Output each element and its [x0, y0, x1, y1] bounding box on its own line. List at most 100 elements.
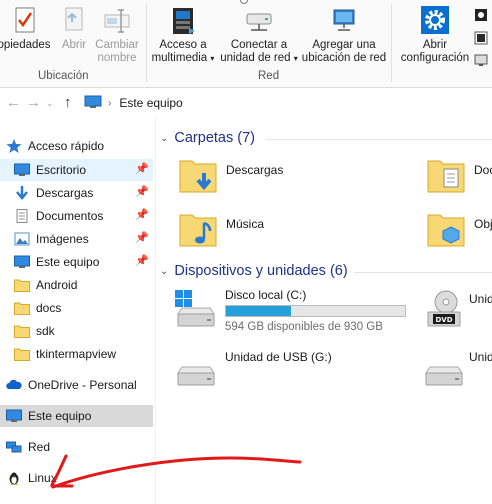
- back-arrow-icon[interactable]: ←: [6, 94, 21, 111]
- manage-icon[interactable]: [474, 53, 488, 70]
- this-pc-icon: [6, 409, 22, 423]
- 3d-objects-folder-icon: [426, 209, 466, 249]
- add-network-location-button[interactable]: Agregar una ubicación de red: [300, 6, 388, 65]
- open-label: Abrir: [61, 39, 87, 51]
- system-properties-icon[interactable]: [474, 8, 488, 25]
- pin-icon[interactable]: 📌: [135, 162, 149, 175]
- nav-quick-access[interactable]: Acceso rápido: [0, 135, 153, 157]
- pictures-icon: [14, 232, 30, 246]
- nav-item-android[interactable]: Android: [0, 274, 153, 296]
- svg-text:DVD: DVD: [435, 316, 452, 324]
- devices-section-header[interactable]: ⌄ Dispositivos y unidades (6): [160, 263, 348, 279]
- folder-tile-documents[interactable]: Docu: [426, 155, 492, 195]
- nav-quick-access-label: Acceso rápido: [28, 139, 105, 153]
- open-button[interactable]: Abrir: [54, 6, 94, 52]
- properties-icon: [8, 6, 40, 36]
- windows-drive-icon: [174, 288, 218, 335]
- collapse-chevron-icon[interactable]: ⌄: [160, 133, 168, 144]
- nav-item-tkintermapview[interactable]: tkintermapview: [0, 343, 153, 365]
- drive-tile-usb-g[interactable]: Unidad de USB (G:): [174, 347, 332, 394]
- location-group-label: Ubicación: [38, 70, 89, 82]
- pin-icon[interactable]: 📌: [135, 254, 149, 267]
- nav-item-label: tkintermapview: [36, 347, 117, 361]
- folder-icon: [14, 301, 30, 315]
- pin-icon[interactable]: 📌: [135, 185, 149, 198]
- drive-tile-dvd[interactable]: DVD Unid: [422, 288, 492, 335]
- folder-tile-3d-objects[interactable]: Obje: [426, 209, 492, 249]
- map-network-drive-button[interactable]: Conectar a unidad de red ▾: [217, 6, 301, 65]
- up-arrow-icon[interactable]: ↑: [64, 94, 72, 111]
- nav-item-label: Android: [36, 278, 78, 292]
- nav-linux-label: Linux: [28, 471, 57, 485]
- folder-tile-label: Música: [226, 217, 265, 231]
- folders-section-title: Carpetas (7): [174, 130, 255, 146]
- uninstall-program-icon[interactable]: [474, 31, 488, 48]
- documents-folder-icon: [426, 155, 466, 195]
- rename-label-line1: Cambiar: [95, 39, 139, 51]
- linux-penguin-icon: [6, 471, 22, 486]
- nav-item-documents[interactable]: Documentos 📌: [0, 205, 153, 227]
- documents-icon: [14, 209, 30, 223]
- nav-item-label: Este equipo: [36, 255, 100, 269]
- drive-tile-other[interactable]: Unid: [422, 347, 492, 394]
- forward-arrow-icon[interactable]: →: [26, 94, 41, 111]
- dvd-drive-icon: DVD: [422, 288, 466, 335]
- folder-tile-label: Docu: [474, 163, 492, 177]
- nav-item-label: Escritorio: [36, 163, 87, 177]
- nav-item-label: docs: [36, 301, 62, 315]
- drive-tile-c[interactable]: Disco local (C:) 594 GB disponibles de 9…: [174, 288, 414, 336]
- pin-icon[interactable]: 📌: [135, 231, 149, 244]
- map-network-drive-icon: [243, 6, 275, 36]
- nav-item-desktop[interactable]: Escritorio 📌: [0, 159, 153, 181]
- drive-other-label: Unid: [469, 350, 492, 364]
- downloads-folder-icon: [178, 155, 218, 195]
- folder-tile-downloads[interactable]: Descargas: [178, 155, 283, 195]
- nav-this-pc[interactable]: Este equipo: [0, 405, 153, 427]
- folders-section-header[interactable]: ⌄ Carpetas (7): [160, 130, 255, 146]
- recent-locations-chevron-icon[interactable]: ⌄: [46, 98, 54, 109]
- nav-onedrive[interactable]: OneDrive - Personal: [0, 374, 153, 396]
- this-pc-icon: [14, 255, 30, 269]
- open-icon: [58, 6, 90, 36]
- media-access-icon: [167, 6, 199, 36]
- rename-button[interactable]: Cambiar nombre: [94, 6, 140, 65]
- devices-section-title: Dispositivos y unidades (6): [174, 263, 348, 279]
- properties-button[interactable]: opiedades: [0, 6, 52, 52]
- collapse-chevron-icon[interactable]: ⌄: [160, 266, 168, 277]
- open-settings-button[interactable]: Abrir configuración: [397, 6, 473, 65]
- this-pc-icon: [84, 95, 102, 112]
- settings-icon: [419, 6, 451, 36]
- folder-icon: [14, 324, 30, 338]
- folder-tile-label: Descargas: [226, 163, 284, 177]
- ribbon-separator: [146, 4, 147, 82]
- nav-item-this-pc-pinned[interactable]: Este equipo 📌: [0, 251, 153, 273]
- media-access-button[interactable]: Acceso a multimedia ▾: [150, 6, 216, 65]
- nav-item-downloads[interactable]: Descargas 📌: [0, 182, 153, 204]
- star-icon: [6, 139, 22, 153]
- pane-splitter[interactable]: [155, 117, 156, 504]
- nav-network[interactable]: Red: [0, 436, 153, 458]
- ribbon-separator: [391, 4, 392, 82]
- drive-c-label: Disco local (C:): [225, 288, 307, 302]
- drive-c-usage-bar: [225, 305, 406, 317]
- nav-item-sdk[interactable]: sdk: [0, 320, 153, 342]
- cloud-icon: [6, 378, 22, 392]
- nav-item-docs[interactable]: docs: [0, 297, 153, 319]
- nav-linux[interactable]: Linux: [0, 467, 153, 489]
- add-network-location-icon: [328, 6, 360, 36]
- rename-icon: [101, 6, 133, 36]
- open-settings-label-line1: Abrir: [422, 39, 448, 51]
- navigation-pane: Acceso rápido Escritorio 📌 Descargas 📌 D…: [0, 130, 155, 504]
- add-network-location-label-line2: ubicación de red: [301, 52, 387, 64]
- nav-item-label: Documentos: [36, 209, 104, 223]
- nav-item-pictures[interactable]: Imágenes 📌: [0, 228, 153, 250]
- desktop-icon: [14, 163, 30, 177]
- pin-icon[interactable]: 📌: [135, 208, 149, 221]
- folder-icon: [14, 347, 30, 361]
- map-network-drive-label-line1: Conectar a: [230, 39, 288, 51]
- nav-onedrive-label: OneDrive - Personal: [28, 378, 137, 392]
- address-box[interactable]: › Este equipo: [84, 92, 492, 114]
- content-pane: ⌄ Carpetas (7) Descargas Docu Música Obj…: [160, 125, 492, 504]
- folder-tile-music[interactable]: Música: [178, 209, 264, 249]
- open-settings-label-line2: configuración: [400, 52, 470, 64]
